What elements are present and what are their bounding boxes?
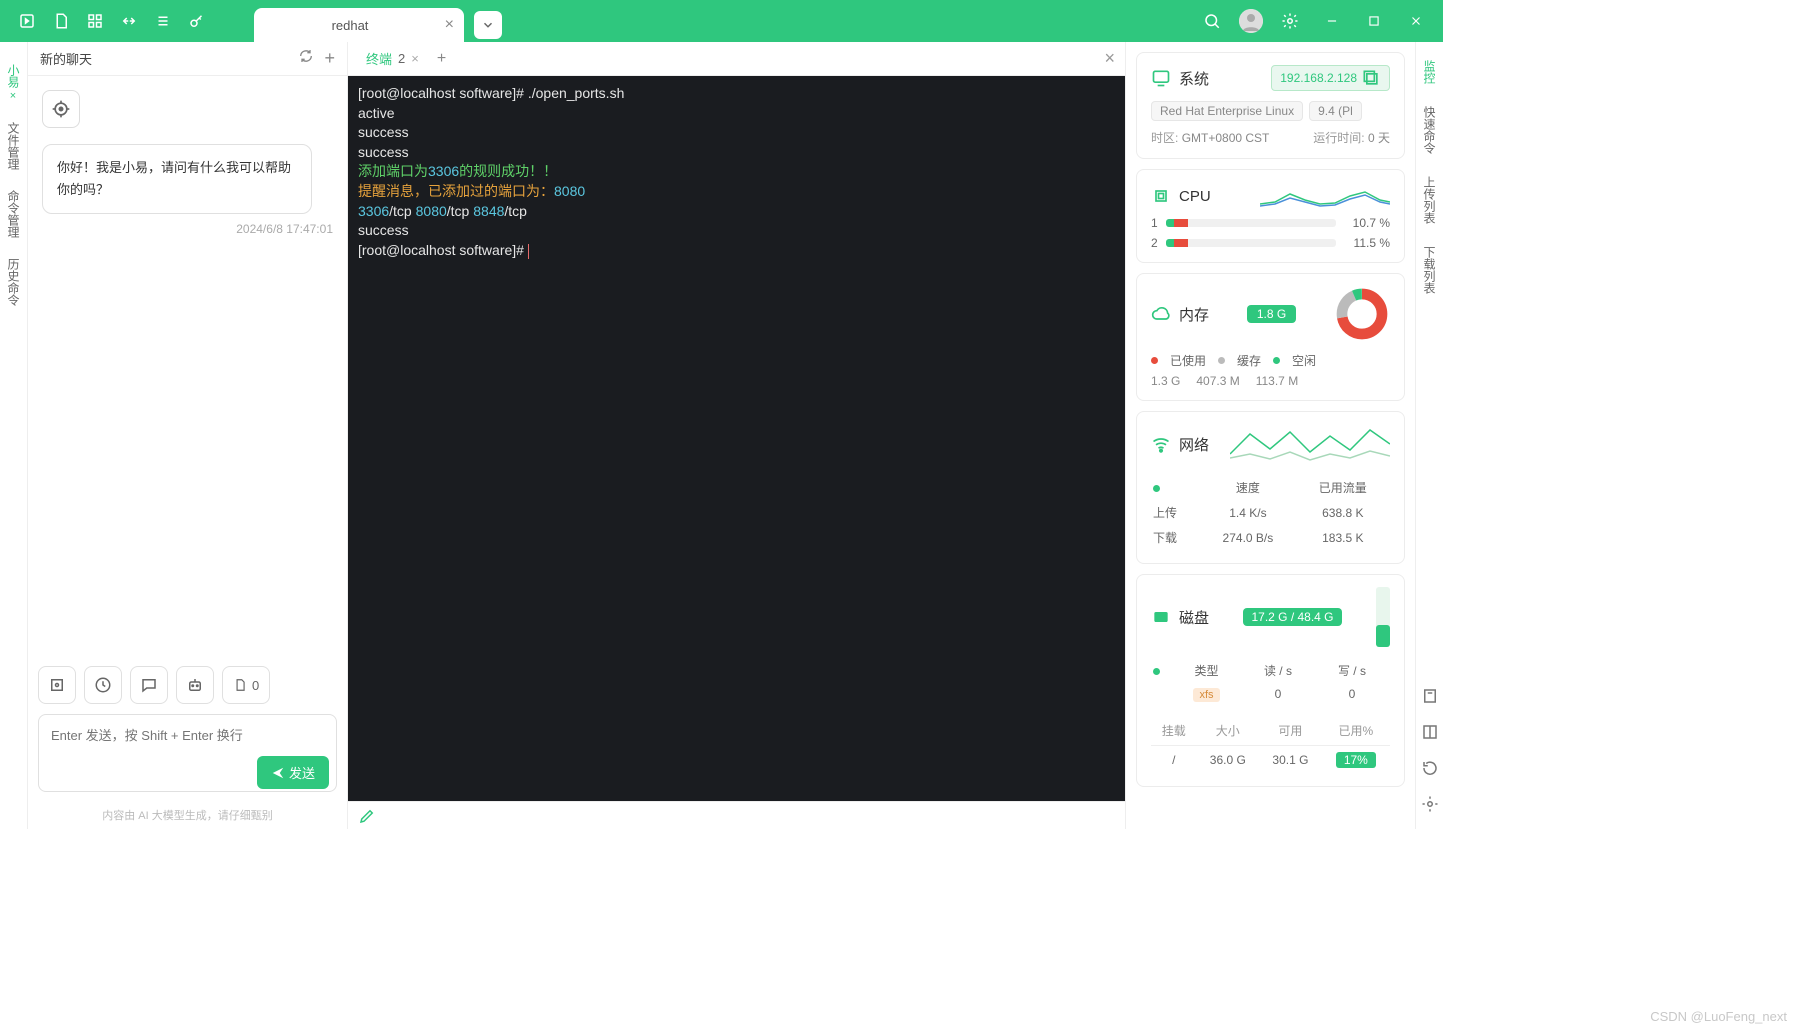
tab-strip: redhat × — [254, 0, 502, 42]
titlebar-right — [1197, 6, 1443, 36]
watermark: CSDN @LuoFeng_next — [1650, 1009, 1787, 1024]
terminal-tabs: 终端 2 × + × — [348, 42, 1125, 76]
chat-header: 新的聊天 + — [28, 42, 347, 76]
send-button[interactable]: 发送 — [257, 756, 329, 789]
wifi-icon — [1151, 434, 1171, 454]
search-icon[interactable] — [1197, 6, 1227, 36]
memory-card: 内存 1.8 G 已使用 缓存 空闲 1.3 G 407.3 M 113.7 M — [1136, 273, 1405, 401]
terminal-tab[interactable]: 终端 2 × — [358, 49, 427, 68]
right-tab-download[interactable]: 下载列表 — [1419, 240, 1440, 300]
tool-file-count[interactable]: 0 — [222, 666, 270, 704]
maximize-button[interactable] — [1359, 6, 1389, 36]
chat-panel: 新的聊天 + 你好！我是小易，请问有什么我可以帮助你的吗？ 2024/6/8 1… — [28, 42, 348, 829]
cpu-icon — [1151, 186, 1171, 206]
chat-input-area: 发送 — [28, 714, 347, 807]
reload-icon[interactable] — [1419, 757, 1441, 779]
os-badge: Red Hat Enterprise Linux — [1151, 101, 1303, 121]
cloud-icon — [1151, 304, 1171, 324]
titlebar: redhat × — [0, 0, 1443, 42]
minimize-button[interactable] — [1317, 6, 1347, 36]
chat-title: 新的聊天 — [40, 49, 92, 68]
disk-icon — [1151, 607, 1171, 627]
terminal-panel: 终端 2 × + × [root@localhost software]# ./… — [348, 42, 1125, 829]
grid-icon[interactable] — [80, 6, 110, 36]
ip-badge[interactable]: 192.168.2.128 — [1271, 65, 1390, 91]
system-title: 系统 — [1179, 68, 1209, 89]
right-tab-upload[interactable]: 上传列表 — [1419, 170, 1440, 230]
left-tab-filemgr[interactable]: 文件管理 — [3, 112, 24, 180]
gear-icon[interactable] — [1275, 6, 1305, 36]
avatar[interactable] — [1239, 9, 1263, 33]
plus-icon[interactable]: + — [324, 48, 335, 69]
system-card: 系统 192.168.2.128 Red Hat Enterprise Linu… — [1136, 52, 1405, 159]
terminal-output[interactable]: [root@localhost software]# ./open_ports.… — [348, 76, 1125, 801]
list-icon[interactable] — [148, 6, 178, 36]
tool-cube-icon[interactable] — [38, 666, 76, 704]
disk-mount-table: 挂载大小可用已用% /36.0 G30.1 G17% — [1151, 716, 1390, 774]
network-sparkline — [1230, 424, 1390, 464]
version-badge: 9.4 (Pl — [1309, 101, 1362, 121]
terminal-footer — [348, 801, 1125, 829]
tab-title: redhat — [332, 18, 369, 33]
pencil-icon[interactable] — [358, 807, 376, 825]
tool-chat-icon[interactable] — [130, 666, 168, 704]
titlebar-left-icons — [0, 6, 224, 36]
network-title: 网络 — [1179, 434, 1209, 455]
right-sidebar: 监控 快速命令 上传列表 下载列表 — [1415, 42, 1443, 829]
close-panel-icon[interactable]: × — [1104, 48, 1115, 69]
chat-messages: 你好！我是小易，请问有什么我可以帮助你的吗？ 2024/6/8 17:47:01 — [28, 76, 347, 666]
monitor-panel: 系统 192.168.2.128 Red Hat Enterprise Linu… — [1125, 42, 1415, 829]
left-tab-cmdmgr[interactable]: 命令管理 — [3, 180, 24, 248]
close-icon[interactable]: × — [445, 16, 454, 34]
chat-disclaimer: 内容由 AI 大模型生成，请仔细甄别 — [28, 807, 347, 829]
memory-donut — [1334, 286, 1390, 342]
settings-icon[interactable] — [1419, 793, 1441, 815]
target-icon[interactable] — [42, 90, 80, 128]
close-icon[interactable]: × — [7, 90, 19, 102]
disk-summary: 17.2 G / 48.4 G — [1243, 608, 1341, 626]
chat-bubble: 你好！我是小易，请问有什么我可以帮助你的吗？ — [42, 144, 312, 214]
tab-redhat[interactable]: redhat × — [254, 8, 464, 42]
notebook-icon[interactable] — [1419, 685, 1441, 707]
network-table: 速度已用流量 上传1.4 K/s638.8 K 下载274.0 B/s183.5… — [1151, 474, 1390, 551]
file-icon[interactable] — [46, 6, 76, 36]
run-icon[interactable] — [12, 6, 42, 36]
memory-title: 内存 — [1179, 304, 1209, 325]
right-tab-quickcmd[interactable]: 快速命令 — [1419, 100, 1440, 160]
chat-timestamp: 2024/6/8 17:47:01 — [42, 222, 333, 236]
link-icon[interactable] — [114, 6, 144, 36]
refresh-icon[interactable] — [298, 48, 314, 69]
right-tab-monitor[interactable]: 监控 — [1419, 54, 1440, 90]
tab-dropdown[interactable] — [474, 11, 502, 39]
left-sidebar: 小易× 文件管理 命令管理 历史命令 — [0, 42, 28, 829]
tool-clock-icon[interactable] — [84, 666, 122, 704]
key-icon[interactable] — [182, 6, 212, 36]
cpu-sparkline — [1260, 182, 1390, 210]
disk-usage-bar — [1376, 587, 1390, 647]
monitor-icon — [1151, 68, 1171, 88]
network-card: 网络 速度已用流量 上传1.4 K/s638.8 K 下载274.0 B/s18… — [1136, 411, 1405, 564]
cpu-card: CPU 110.7 %211.5 % — [1136, 169, 1405, 263]
cpu-title: CPU — [1179, 188, 1211, 205]
disk-title: 磁盘 — [1179, 607, 1209, 628]
close-button[interactable] — [1401, 6, 1431, 36]
tool-robot-icon[interactable] — [176, 666, 214, 704]
disk-card: 磁盘 17.2 G / 48.4 G 类型读 / s写 / s xfs00 挂载… — [1136, 574, 1405, 787]
left-tab-xiaoyi[interactable]: 小易× — [3, 54, 24, 112]
memory-total: 1.8 G — [1247, 305, 1296, 323]
left-tab-history[interactable]: 历史命令 — [3, 248, 24, 316]
chat-toolbar: 0 — [28, 666, 347, 714]
layout-icon[interactable] — [1419, 721, 1441, 743]
close-icon[interactable]: × — [411, 51, 419, 66]
add-terminal-icon[interactable]: + — [437, 50, 446, 68]
